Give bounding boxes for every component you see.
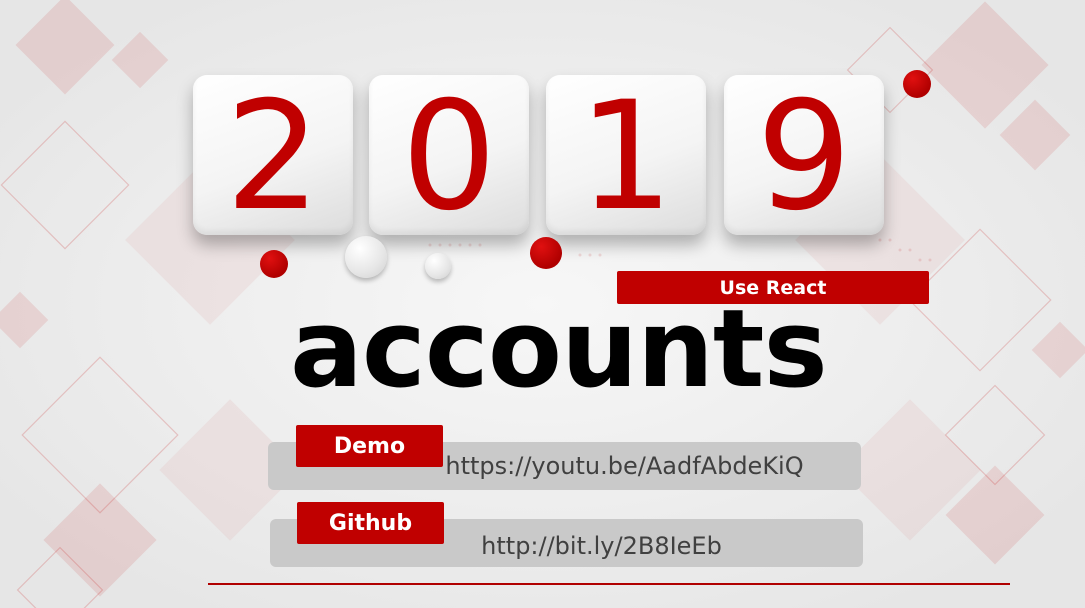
decorative-white-dot — [425, 253, 451, 279]
year-digit: 2 — [225, 70, 321, 244]
decorative-red-dot — [260, 250, 288, 278]
bottom-divider — [208, 583, 1010, 585]
year-digit: 1 — [578, 70, 674, 244]
github-url[interactable]: http://bit.ly/2B8IeEb — [481, 532, 722, 560]
year-digit-tile: 1 — [546, 75, 706, 235]
page-title: accounts — [290, 287, 828, 412]
year-digit: 0 — [401, 70, 497, 244]
github-label-badge: Github — [297, 502, 444, 544]
year-digit: 9 — [756, 70, 852, 244]
decorative-red-dot — [530, 237, 562, 269]
year-digit-tile: 0 — [369, 75, 529, 235]
demo-label-badge: Demo — [296, 425, 443, 467]
year-digit-tile: 9 — [724, 75, 884, 235]
year-digit-tile: 2 — [193, 75, 353, 235]
decorative-red-dot — [903, 70, 931, 98]
decorative-white-dot — [345, 236, 387, 278]
demo-url[interactable]: https://youtu.be/AadfAbdeKiQ — [445, 452, 803, 480]
